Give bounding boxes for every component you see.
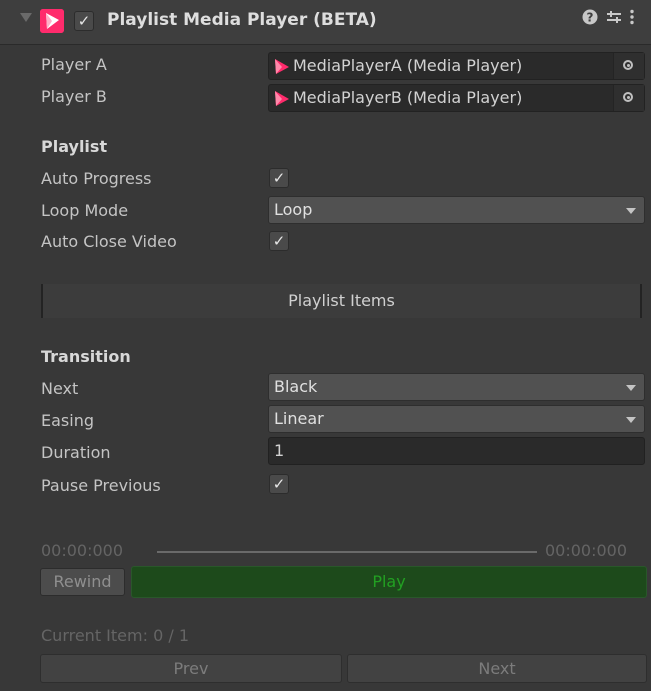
player-b-label: Player B (41, 87, 107, 106)
duration-value: 1 (274, 441, 285, 460)
player-a-label: Player A (41, 55, 107, 74)
help-icon[interactable]: ? (582, 9, 598, 30)
player-a-field[interactable]: MediaPlayerA (Media Player) (268, 52, 645, 80)
foldout-arrow-icon[interactable] (20, 13, 32, 22)
svg-text:?: ? (587, 11, 594, 25)
auto-progress-checkbox[interactable]: ✓ (269, 168, 289, 188)
easing-dropdown[interactable]: Linear (268, 405, 645, 433)
play-button[interactable]: Play (131, 566, 647, 598)
component-enabled-checkbox[interactable]: ✓ (74, 11, 94, 31)
pause-previous-checkbox[interactable]: ✓ (269, 474, 289, 494)
loop-mode-value: Loop (274, 200, 313, 219)
duration-label: Duration (41, 443, 111, 462)
auto-close-video-label: Auto Close Video (41, 232, 177, 251)
component-header[interactable]: ✓ Playlist Media Player (BETA) ? (0, 0, 651, 45)
easing-value: Linear (274, 409, 324, 428)
player-a-value: MediaPlayerA (Media Player) (293, 56, 523, 75)
timeline-slider[interactable] (157, 551, 537, 553)
object-picker-button[interactable] (613, 85, 644, 111)
next-transition-dropdown[interactable]: Black (268, 373, 645, 401)
player-b-field[interactable]: MediaPlayerB (Media Player) (268, 84, 645, 112)
player-b-value: MediaPlayerB (Media Player) (293, 88, 523, 107)
chevron-down-icon (626, 385, 636, 391)
next-label: Next (41, 379, 79, 398)
current-item-label: Current Item: 0 / 1 (41, 626, 189, 645)
chevron-down-icon (626, 417, 636, 423)
auto-progress-label: Auto Progress (41, 169, 152, 188)
pause-previous-label: Pause Previous (41, 476, 161, 495)
component-title: Playlist Media Player (BETA) (107, 10, 377, 30)
time-start: 00:00:000 (41, 541, 124, 560)
presets-icon[interactable] (605, 9, 623, 30)
playlist-heading: Playlist (41, 137, 108, 156)
auto-close-video-checkbox[interactable]: ✓ (269, 231, 289, 251)
object-picker-button[interactable] (613, 53, 644, 79)
time-end: 00:00:000 (545, 541, 628, 560)
context-menu-icon[interactable] (629, 9, 635, 30)
chevron-down-icon (626, 208, 636, 214)
next-transition-value: Black (274, 377, 318, 396)
playlist-items-button[interactable]: Playlist Items (41, 284, 642, 318)
media-player-icon (273, 90, 291, 107)
prev-button[interactable]: Prev (40, 654, 342, 683)
next-button[interactable]: Next (347, 654, 647, 683)
transition-heading: Transition (41, 347, 131, 366)
duration-field[interactable]: 1 (268, 437, 645, 465)
rewind-button[interactable]: Rewind (40, 568, 125, 596)
easing-label: Easing (41, 411, 94, 430)
loop-mode-label: Loop Mode (41, 201, 129, 220)
media-player-icon (273, 58, 291, 75)
media-player-logo-icon (40, 9, 64, 33)
loop-mode-dropdown[interactable]: Loop (268, 196, 645, 224)
